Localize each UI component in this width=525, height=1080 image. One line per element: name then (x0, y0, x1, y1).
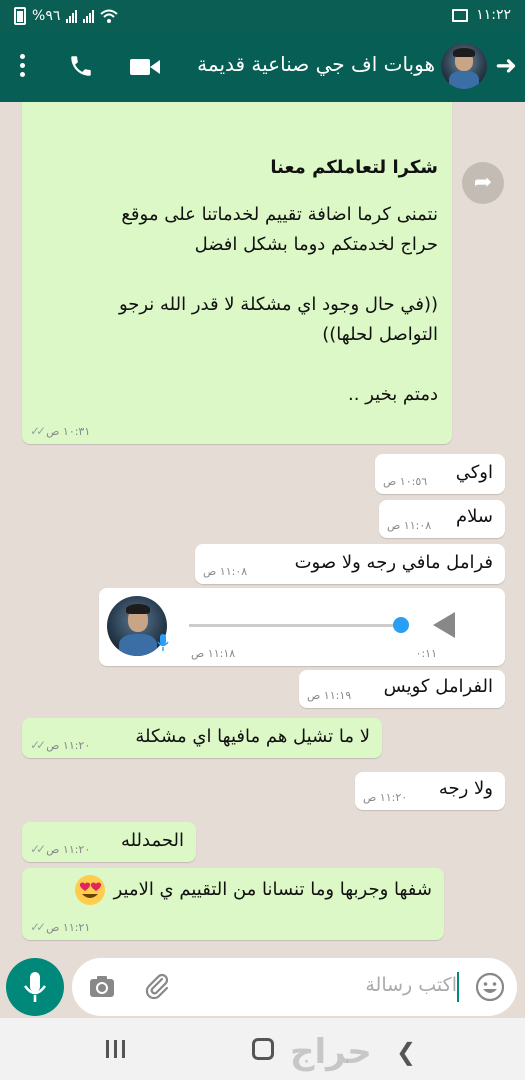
message-meta: ١١:٢١ ص ✓✓ (30, 920, 90, 934)
phone-icon[interactable] (68, 53, 94, 79)
signal-icon (66, 9, 78, 23)
read-ticks-icon: ✓✓ (30, 842, 46, 856)
battery-percent: %٩٦ (32, 8, 61, 24)
message-incoming[interactable]: فرامل مافي رجه ولا صوت ١١:٠٨ ص (195, 544, 505, 584)
message-outgoing[interactable]: شفها وجربها وما تنسانا من التقييم ي الام… (22, 868, 444, 940)
voice-progress-track[interactable] (189, 624, 405, 627)
message-time: ١١:٢٠ ص (46, 842, 91, 856)
message-incoming[interactable]: سلام ١١:٠٨ ص (379, 500, 505, 538)
attach-icon[interactable] (142, 971, 172, 1001)
message-incoming[interactable]: الفرامل كويس ١١:١٩ ص (299, 670, 505, 708)
heart-eyes-emoji (74, 875, 105, 905)
message-incoming[interactable]: ولا رجه ١١:٢٠ ص (355, 772, 505, 810)
signal-icon-2 (83, 9, 95, 23)
read-ticks-icon: ✓✓ (30, 738, 46, 752)
message-text: شفها وجربها وما تنسانا من التقييم ي الام… (113, 879, 432, 900)
status-left: %٩٦ (14, 7, 119, 25)
more-icon[interactable] (20, 54, 26, 78)
clock: ١١:٢٢ (476, 7, 511, 23)
mic-icon (23, 972, 47, 1002)
message-time: ١١:١٩ ص (307, 689, 352, 702)
message-meta: ١١:٢٠ ص ✓✓ (30, 738, 90, 752)
message-time: ١٠:٥٦ ص (383, 475, 428, 488)
text-caret (457, 972, 459, 1002)
chat-header: ➜ هوبات اف جي صناعية قديمة (0, 32, 525, 102)
battery-icon (14, 7, 26, 25)
message-outgoing[interactable]: شكرا لتعاملكم معنا نتمنى كرما اضافة تقيي… (22, 102, 452, 444)
emoji-icon[interactable] (475, 972, 505, 1002)
message-time: ١١:٠٨ ص (203, 565, 248, 578)
message-incoming[interactable]: اوكي ١٠:٥٦ ص (375, 454, 505, 494)
message-text: نتمنى كرما اضافة تقييم لخدماتنا على موقع… (118, 204, 438, 405)
nav-back-icon[interactable]: ❮ (396, 1038, 416, 1066)
message-time: ١١:٢٠ ص (363, 791, 408, 804)
voice-message[interactable]: ٠:١١ ١١:١٨ ص (99, 588, 505, 666)
message-meta: ١٠:٣١ ص ✓✓ (30, 424, 90, 438)
message-placeholder: اكتب رسالة (365, 974, 457, 996)
message-time: ١١:٢٠ ص (46, 738, 91, 752)
system-nav-bar: ❮ (0, 1018, 525, 1080)
read-ticks-icon: ✓✓ (30, 424, 46, 438)
chat-area[interactable]: ➦ شكرا لتعاملكم معنا نتمنى كرما اضافة تق… (0, 102, 525, 954)
recent-apps-icon[interactable] (106, 1040, 125, 1058)
message-title: شكرا لتعاملكم معنا (270, 157, 438, 178)
avatar[interactable] (441, 43, 487, 89)
message-text: فرامل مافي رجه ولا صوت (294, 552, 493, 573)
mic-icon (157, 634, 169, 651)
status-bar: %٩٦ ١١:٢٢ (0, 0, 525, 32)
message-time: ١٠:٣١ ص (46, 424, 91, 438)
message-input[interactable]: اكتب رسالة (72, 958, 517, 1016)
watermark: حراج (290, 1032, 372, 1072)
camera-icon[interactable] (88, 973, 116, 1001)
gallery-icon (452, 8, 469, 22)
back-arrow-icon[interactable]: ➜ (495, 52, 517, 80)
forward-icon[interactable]: ➦ (462, 162, 504, 204)
message-time: ١١:١٨ ص (191, 647, 236, 660)
wifi-icon (100, 9, 119, 23)
voice-duration: ٠:١١ (415, 647, 437, 660)
message-outgoing[interactable]: الحمدلله ١١:٢٠ ص ✓✓ (22, 822, 196, 862)
read-ticks-icon: ✓✓ (30, 920, 46, 934)
message-outgoing[interactable]: لا ما تشيل هم مافيها اي مشكلة ١١:٢٠ ص ✓✓ (22, 718, 382, 758)
home-icon[interactable] (252, 1038, 274, 1060)
message-meta: ١١:٢٠ ص ✓✓ (30, 842, 90, 856)
voice-progress-handle[interactable] (393, 617, 409, 633)
chat-title[interactable]: هوبات اف جي صناعية قديمة (197, 52, 435, 76)
status-right: ١١:٢٢ (452, 7, 511, 23)
video-call-icon[interactable] (130, 57, 160, 77)
record-voice-button[interactable] (6, 958, 64, 1016)
message-time: ١١:٠٨ ص (387, 519, 432, 532)
message-time: ١١:٢١ ص (46, 920, 91, 934)
play-icon[interactable] (433, 612, 455, 638)
composer: اكتب رسالة (0, 954, 525, 1018)
